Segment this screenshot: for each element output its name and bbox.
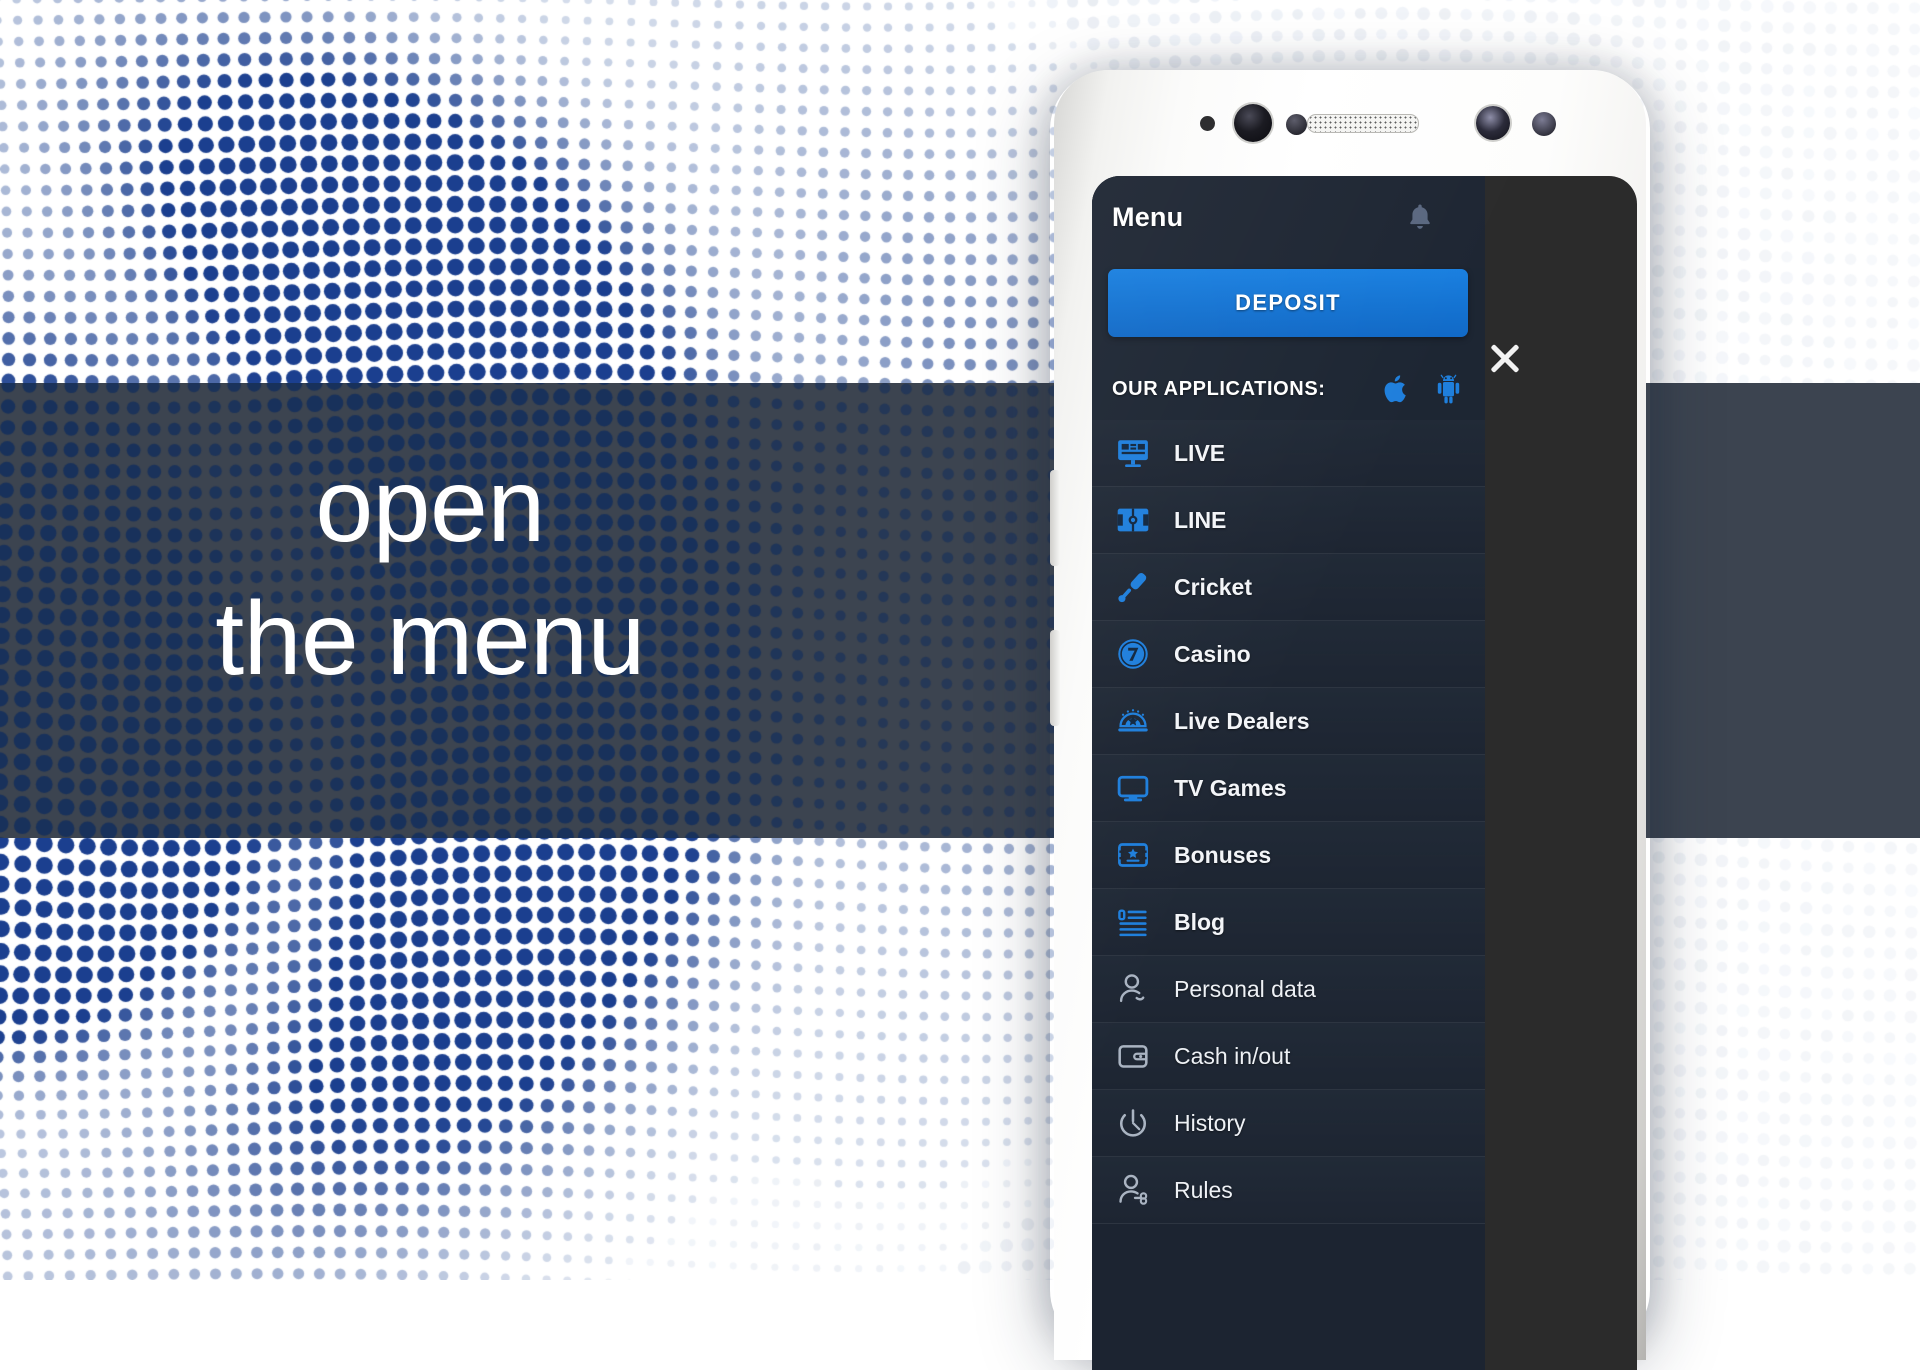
front-camera-icon — [1234, 104, 1272, 142]
menu-item-label: Casino — [1174, 641, 1251, 668]
earpiece-speaker-icon — [1307, 114, 1419, 133]
phone-top-bezel — [1054, 70, 1646, 178]
blog-list-icon — [1106, 905, 1160, 939]
phone-screen: Menu DEPOSIT OUR APPLICATIONS: LIVE LINE… — [1092, 176, 1637, 1370]
menu-item-label: Personal data — [1174, 976, 1316, 1003]
headline-line-2: the menu — [0, 573, 860, 706]
bell-icon[interactable] — [1407, 202, 1433, 232]
iris-scanner-icon — [1476, 106, 1510, 140]
sensor-dot-icon — [1200, 116, 1215, 131]
app-store-icons — [1381, 373, 1463, 405]
menu-item-label: Blog — [1174, 909, 1225, 936]
menu-item-live-dealers[interactable]: Live Dealers — [1092, 688, 1485, 755]
menu-item-live[interactable]: LIVE — [1092, 420, 1485, 487]
menu-item-rules[interactable]: Rules — [1092, 1157, 1485, 1224]
deposit-button[interactable]: DEPOSIT — [1108, 269, 1468, 337]
menu-item-cash-in-out[interactable]: Cash in/out — [1092, 1023, 1485, 1090]
user-icon — [1106, 972, 1160, 1006]
casino-seven-icon — [1106, 637, 1160, 671]
menu-item-label: TV Games — [1174, 775, 1287, 802]
field-line-icon — [1106, 503, 1160, 537]
page-title: open the menu — [0, 440, 860, 706]
volume-down-button[interactable] — [1050, 630, 1060, 726]
our-applications-row: OUR APPLICATIONS: — [1092, 358, 1485, 420]
cricket-bat-icon — [1106, 570, 1160, 604]
our-applications-label: OUR APPLICATIONS: — [1112, 378, 1326, 401]
phone-mockup: Menu DEPOSIT OUR APPLICATIONS: LIVE LINE… — [1040, 60, 1660, 1360]
wallet-icon — [1106, 1039, 1160, 1073]
menu-item-label: Cash in/out — [1174, 1043, 1290, 1070]
menu-items-list: LIVE LINE Cricket Casino Live Dealers TV Game… — [1092, 420, 1485, 1370]
menu-item-label: Live Dealers — [1174, 708, 1310, 735]
menu-item-blog[interactable]: Blog — [1092, 889, 1485, 956]
sensor-dot-icon — [1286, 114, 1307, 135]
headline-line-1: open — [0, 440, 860, 573]
menu-item-label: Rules — [1174, 1177, 1233, 1204]
user-rules-icon — [1106, 1173, 1160, 1207]
menu-item-tv-games[interactable]: TV Games — [1092, 755, 1485, 822]
clock-power-icon — [1106, 1106, 1160, 1140]
menu-list-empty-space — [1092, 1224, 1485, 1370]
menu-item-label: Cricket — [1174, 574, 1252, 601]
menu-item-casino[interactable]: Casino — [1092, 621, 1485, 688]
menu-header: Menu — [1092, 176, 1485, 268]
close-icon[interactable] — [1483, 336, 1527, 380]
menu-title: Menu — [1112, 202, 1183, 233]
menu-item-label: Bonuses — [1174, 842, 1271, 869]
volume-up-button[interactable] — [1050, 470, 1060, 566]
menu-item-bonuses[interactable]: Bonuses — [1092, 822, 1485, 889]
menu-item-label: LIVE — [1174, 440, 1225, 467]
menu-item-history[interactable]: History — [1092, 1090, 1485, 1157]
menu-item-label: History — [1174, 1110, 1246, 1137]
phone-body: Menu DEPOSIT OUR APPLICATIONS: LIVE LINE… — [1054, 70, 1646, 1360]
bonus-card-icon — [1106, 838, 1160, 872]
menu-item-cricket[interactable]: Cricket — [1092, 554, 1485, 621]
menu-item-label: LINE — [1174, 507, 1226, 534]
android-icon[interactable] — [1434, 373, 1463, 405]
live-monitor-icon — [1106, 436, 1160, 470]
menu-item-line[interactable]: LINE — [1092, 487, 1485, 554]
tv-icon — [1106, 771, 1160, 805]
side-menu-panel: Menu DEPOSIT OUR APPLICATIONS: LIVE LINE… — [1092, 176, 1485, 1370]
menu-item-personal-data[interactable]: Personal data — [1092, 956, 1485, 1023]
live-dealers-icon — [1106, 704, 1160, 738]
sensor-dot-icon — [1532, 112, 1556, 136]
apple-icon[interactable] — [1381, 373, 1408, 405]
